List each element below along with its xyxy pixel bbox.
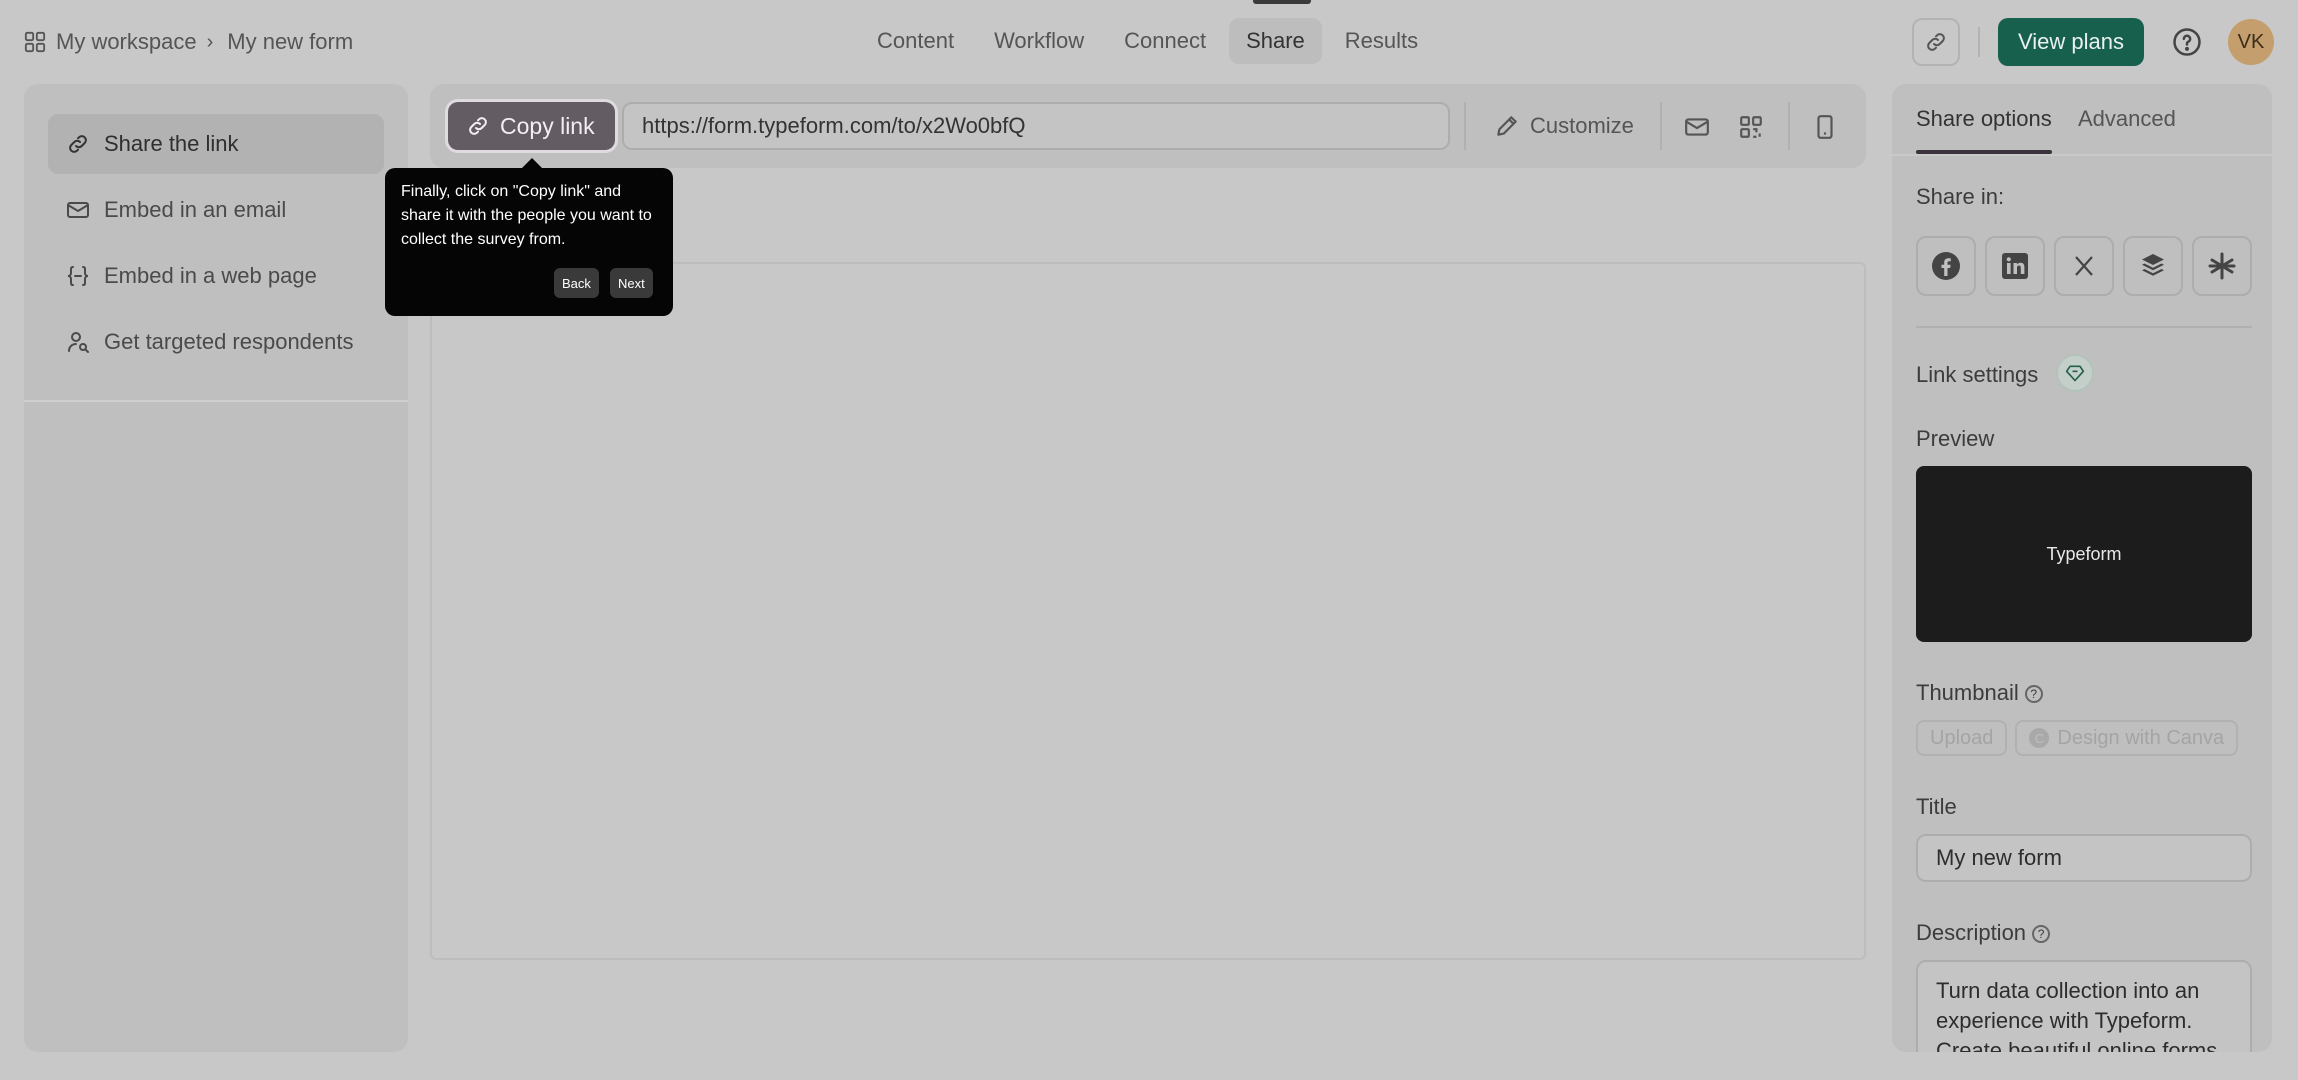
facebook-icon [1932, 252, 1960, 280]
tab-connect[interactable]: Connect [1107, 18, 1223, 64]
premium-diamond-icon[interactable] [2056, 354, 2094, 392]
toolbar-divider [1788, 102, 1790, 150]
sidebar-item-label: Share the link [104, 131, 239, 156]
tooltip-back-button[interactable]: Back [554, 268, 599, 298]
thumbnail-label: Thumbnail? [1916, 680, 2043, 706]
user-search-icon [68, 332, 89, 353]
description-label: Description? [1916, 920, 2051, 946]
breadcrumb-form-name[interactable]: My new form [227, 29, 353, 55]
tooltip-next-button[interactable]: Next [610, 268, 653, 298]
copy-link-button[interactable]: Copy link [448, 102, 615, 150]
share-in-label: Share in: [1916, 184, 2005, 209]
description-textarea[interactable]: Turn data collection into an experience … [1916, 960, 2252, 1052]
section-divider [1916, 326, 2252, 328]
share-linkedin-button[interactable] [1985, 236, 2045, 296]
form-preview-canvas [430, 262, 1866, 960]
thumbnail-label-text: Thumbnail [1916, 680, 2019, 705]
help-icon[interactable] [2172, 27, 2202, 57]
preview-label: Preview [1916, 426, 1995, 451]
customize-button[interactable]: Customize [1494, 102, 1634, 150]
tab-share-options[interactable]: Share options [1916, 106, 2052, 132]
mail-icon [67, 202, 89, 218]
mobile-preview-icon[interactable] [1812, 114, 1838, 140]
tab-content[interactable]: Content [860, 18, 971, 64]
share-facebook-button[interactable] [1916, 236, 1976, 296]
linkedin-icon [2002, 253, 2028, 279]
link-icon [469, 117, 487, 135]
toolbar-divider [1660, 102, 1662, 150]
share-linktree-button[interactable] [2192, 236, 2252, 296]
tab-workflow[interactable]: Workflow [977, 18, 1101, 64]
share-link-toolbar: Copy link https://form.typeform.com/to/x… [430, 84, 1866, 168]
main-nav: Content Workflow Connect Share Results [860, 18, 1435, 64]
header-divider [1978, 27, 1980, 57]
linktree-icon [2208, 252, 2236, 280]
pencil-icon [1497, 116, 1517, 136]
sidebar-item-embed-email[interactable]: Embed in an email [48, 180, 384, 240]
preview-brand-text: Typeform [2046, 543, 2122, 564]
canva-icon: C [2029, 728, 2050, 748]
title-input[interactable]: My new form [1916, 834, 2252, 882]
avatar[interactable]: VK [2228, 19, 2274, 65]
apps-grid-icon[interactable] [24, 31, 46, 53]
view-plans-button[interactable]: View plans [1998, 18, 2144, 66]
copy-link-label: Copy link [500, 112, 595, 139]
x-icon [2075, 256, 2093, 276]
social-share-row [1916, 236, 2252, 296]
share-buffer-button[interactable] [2123, 236, 2183, 296]
help-icon[interactable]: ? [2032, 925, 2051, 943]
tab-results[interactable]: Results [1328, 18, 1435, 64]
share-options-panel: Share options Advanced Share in: Link se… [1892, 84, 2272, 1052]
active-tab-underline [1916, 150, 2052, 154]
sidebar-item-embed-web-page[interactable]: Embed in a web page [48, 246, 384, 306]
chevron-right-icon: › [206, 30, 214, 53]
header-actions: View plans VK [1912, 18, 2274, 66]
onboarding-tooltip: Finally, click on "Copy link" and share … [385, 158, 673, 316]
buffer-icon [2142, 254, 2164, 276]
code-braces-icon [67, 266, 89, 286]
tab-share[interactable]: Share [1229, 18, 1322, 64]
tooltip-text: Finally, click on "Copy link" and share … [401, 183, 652, 248]
help-icon[interactable]: ? [2024, 685, 2043, 703]
link-icon [1927, 33, 1945, 51]
sidebar-divider [24, 400, 408, 402]
design-with-canva-label: Design with Canva [2057, 726, 2225, 749]
mail-icon[interactable] [1684, 114, 1710, 140]
customize-label: Customize [1530, 113, 1634, 138]
sidebar-item-share-link[interactable]: Share the link [48, 114, 384, 174]
description-label-text: Description [1916, 920, 2027, 945]
title-label: Title [1916, 794, 1957, 819]
toolbar-divider [1464, 102, 1466, 150]
form-url-field[interactable]: https://form.typeform.com/to/x2Wo0bfQ [622, 102, 1450, 150]
link-icon [69, 135, 87, 153]
copy-link-header-button[interactable] [1912, 18, 1960, 66]
top-bar: My workspace › My new form Content Workf… [0, 0, 2298, 82]
sidebar-item-targeted-respondents[interactable]: Get targeted respondents [48, 312, 384, 372]
sidebar-item-label: Embed in an email [104, 197, 287, 222]
share-sidebar: Share the link Embed in an email Embed i… [24, 84, 408, 1052]
tabs-baseline [1892, 154, 2272, 156]
design-with-canva-button[interactable]: C Design with Canva [2015, 720, 2239, 756]
breadcrumb: My workspace › My new form [24, 22, 353, 62]
sidebar-item-label: Embed in a web page [104, 263, 317, 288]
share-x-button[interactable] [2054, 236, 2114, 296]
link-settings-label: Link settings [1916, 362, 2039, 387]
breadcrumb-workspace[interactable]: My workspace [56, 29, 197, 55]
tab-advanced[interactable]: Advanced [2078, 106, 2176, 132]
sidebar-item-label: Get targeted respondents [104, 329, 354, 354]
active-tab-indicator [1253, 0, 1311, 4]
upload-button[interactable]: Upload [1916, 720, 2008, 756]
qr-code-icon[interactable] [1738, 114, 1764, 140]
link-preview-card: Typeform [1916, 466, 2252, 642]
thumbnail-actions: Upload C Design with Canva [1916, 720, 2239, 756]
